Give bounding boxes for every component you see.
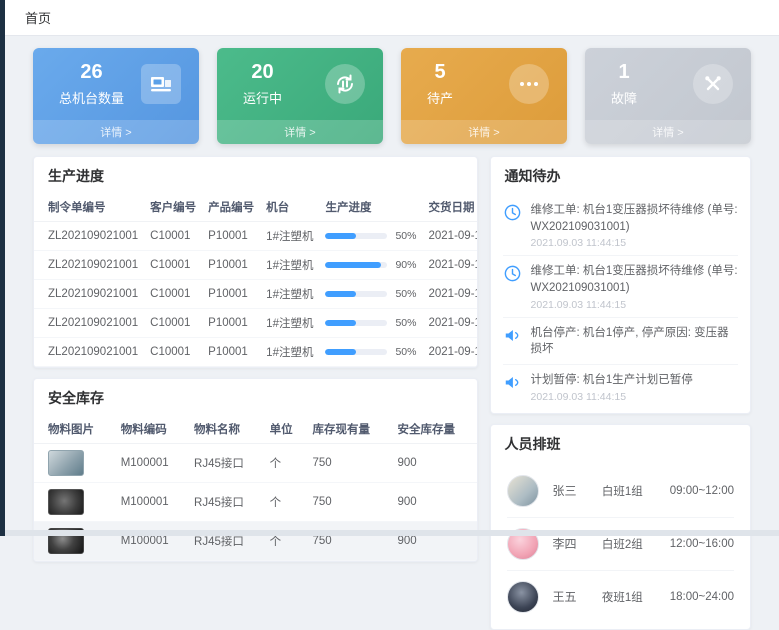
col-name: 物料名称 xyxy=(188,415,264,444)
panel-title: 安全库存 xyxy=(34,379,477,415)
col-photo: 物料图片 xyxy=(34,415,115,444)
topbar: 首页 xyxy=(5,0,779,36)
notice-time: 2021.09.03 11:44:15 xyxy=(531,299,738,311)
card-detail-link[interactable]: 详情 > xyxy=(33,120,199,144)
table-row[interactable]: M100001 RJ45接口 个 750 900 xyxy=(34,522,477,561)
avatar xyxy=(507,581,539,613)
page-title: 首页 xyxy=(25,8,51,27)
staff-name: 李四 xyxy=(553,535,588,552)
production-table: 制令单编号 客户编号 产品编号 机台 生产进度 交货日期 ZL202109021… xyxy=(34,193,478,367)
progress-bar xyxy=(325,233,387,239)
progress-bar xyxy=(325,320,387,326)
card-detail-link[interactable]: 详情 > xyxy=(401,120,567,144)
panel-title: 通知待办 xyxy=(491,157,750,193)
table-row[interactable]: ZL202109021001 C10001 P10001 1#注塑机 50% 2… xyxy=(34,280,478,309)
table-row[interactable]: M100001 RJ45接口 个 750 900 xyxy=(34,483,477,522)
stat-label: 故障 xyxy=(611,88,637,107)
clock-icon xyxy=(503,263,523,310)
col-customer: 客户编号 xyxy=(144,193,202,222)
list-item[interactable]: 机台停产: 机台1停产, 停产原因: 变压器损坏 xyxy=(503,318,738,365)
waiting-icon xyxy=(509,64,549,104)
notifications-panel: 通知待办 维修工单: 机台1变压器损坏待维修 (单号: WX2021090310… xyxy=(490,156,751,414)
staff-time: 18:00~24:00 xyxy=(670,591,734,603)
col-date: 交货日期 xyxy=(422,193,477,222)
stat-cards-row: 26 总机台数量 详情 > 20 运行中 xyxy=(33,48,751,144)
list-item[interactable]: 王五 夜班1组 18:00~24:00 xyxy=(507,571,734,623)
list-item[interactable]: 计划暂停: 机台1生产计划已暂停 2021.09.03 11:44:15 xyxy=(503,365,738,409)
col-stock: 库存现有量 xyxy=(306,415,391,444)
dashboard-content: 26 总机台数量 详情 > 20 运行中 xyxy=(5,36,779,630)
stat-card-total-machines[interactable]: 26 总机台数量 详情 > xyxy=(33,48,199,144)
horizontal-scrollbar[interactable] xyxy=(5,530,779,536)
production-progress-panel: 生产进度 制令单编号 客户编号 产品编号 机台 生产进度 交货日期 xyxy=(33,156,478,368)
col-product: 产品编号 xyxy=(202,193,260,222)
machine-icon xyxy=(141,64,181,104)
running-icon xyxy=(325,64,365,104)
list-item[interactable]: 维修工单: 机台1变压器损坏待维修 (单号: WX202109031001) 2… xyxy=(503,256,738,317)
staff-name: 王五 xyxy=(553,588,588,605)
stat-label: 待产 xyxy=(427,88,453,107)
sidebar-edge xyxy=(0,0,5,536)
notice-text: 维修工单: 机台1变压器损坏待维修 (单号: WX202109031001) xyxy=(531,202,738,235)
notice-text: 计划暂停: 机台1生产计划已暂停 xyxy=(531,372,693,389)
list-item[interactable]: 张三 白班1组 09:00~12:00 xyxy=(507,465,734,518)
avatar xyxy=(507,475,539,507)
table-row[interactable]: ZL202109021001 C10001 P10001 1#注塑机 50% 2… xyxy=(34,222,478,251)
stat-value: 5 xyxy=(427,61,453,84)
stat-label: 运行中 xyxy=(243,88,282,107)
fault-icon xyxy=(693,64,733,104)
stat-value: 1 xyxy=(611,61,637,84)
clock-icon xyxy=(503,202,523,249)
col-safety: 安全库存量 xyxy=(391,415,476,444)
material-photo-connector xyxy=(48,489,84,515)
card-detail-link[interactable]: 详情 > xyxy=(217,120,383,144)
staff-shift: 夜班1组 xyxy=(602,589,656,605)
staff-shift: 白班2组 xyxy=(602,536,656,552)
table-row[interactable]: ZL202109021001 C10001 P10001 1#注塑机 90% 2… xyxy=(34,251,478,280)
notice-text: 机台停产: 机台1停产, 停产原因: 变压器损坏 xyxy=(531,325,738,358)
progress-bar xyxy=(325,291,387,297)
col-order: 制令单编号 xyxy=(34,193,144,222)
col-code: 物料编码 xyxy=(115,415,188,444)
panel-title: 生产进度 xyxy=(34,157,477,193)
notice-time: 2021.09.03 11:44:15 xyxy=(531,391,693,403)
staff-schedule-panel: 人员排班 张三 白班1组 09:00~12:00 李四 白班2组 12:00~1… xyxy=(490,424,751,630)
stat-card-fault[interactable]: 1 故障 详情 > xyxy=(585,48,751,144)
speaker-icon xyxy=(503,325,523,358)
stat-card-waiting[interactable]: 5 待产 详情 > xyxy=(401,48,567,144)
col-unit: 单位 xyxy=(264,415,307,444)
stat-card-running[interactable]: 20 运行中 详情 > xyxy=(217,48,383,144)
col-machine: 机台 xyxy=(260,193,319,222)
col-progress: 生产进度 xyxy=(319,193,422,222)
inventory-table: 物料图片 物料编码 物料名称 单位 库存现有量 安全库存量 M100001 R xyxy=(34,415,477,561)
notice-text: 维修工单: 机台1变压器损坏待维修 (单号: WX202109031001) xyxy=(531,263,738,296)
notice-time: 2021.09.03 11:44:15 xyxy=(531,237,738,249)
table-row[interactable]: M100001 RJ45接口 个 750 900 xyxy=(34,444,477,483)
speaker-icon xyxy=(503,372,523,403)
material-photo-rj45 xyxy=(48,450,84,476)
staff-time: 12:00~16:00 xyxy=(670,538,734,550)
table-row[interactable]: ZL202109021001 C10001 P10001 1#注塑机 50% 2… xyxy=(34,338,478,367)
staff-time: 09:00~12:00 xyxy=(670,485,734,497)
progress-bar xyxy=(325,262,387,268)
staff-name: 张三 xyxy=(553,482,588,499)
list-item[interactable]: 李四 白班2组 12:00~16:00 xyxy=(507,518,734,571)
list-item[interactable]: 维修工单: 机台1变压器损坏待维修 (单号: WX202109031001) 2… xyxy=(503,195,738,256)
stat-value: 26 xyxy=(59,61,124,84)
stat-value: 20 xyxy=(243,61,282,84)
table-row[interactable]: ZL202109021001 C10001 P10001 1#注塑机 50% 2… xyxy=(34,309,478,338)
stat-label: 总机台数量 xyxy=(59,88,124,107)
panel-title: 人员排班 xyxy=(491,425,750,461)
progress-bar xyxy=(325,349,387,355)
staff-shift: 白班1组 xyxy=(602,483,656,499)
card-detail-link[interactable]: 详情 > xyxy=(585,120,751,144)
